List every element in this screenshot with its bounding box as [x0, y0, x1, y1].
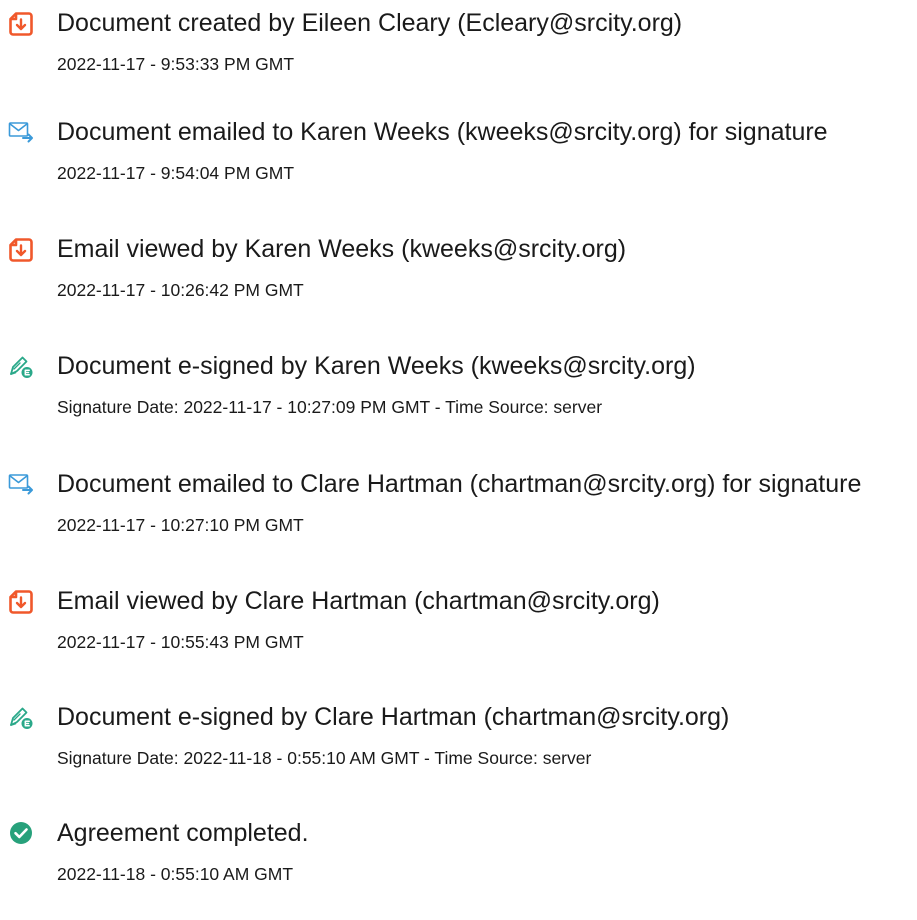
event-title: Document e-signed by Clare Hartman (char… [57, 703, 730, 731]
event-title: Document emailed to Karen Weeks (kweeks@… [57, 118, 828, 146]
audit-event-agreement-completed: Agreement completed. 2022-11-18 - 0:55:1… [0, 810, 917, 920]
event-title: Email viewed by Clare Hartman (chartman@… [57, 587, 660, 615]
audit-event-document-esigned: Document e-signed by Karen Weeks (kweeks… [0, 343, 917, 453]
audit-event-document-esigned: Document e-signed by Clare Hartman (char… [0, 694, 917, 804]
e-sign-icon [8, 704, 34, 730]
email-viewed-icon [8, 588, 34, 614]
event-timestamp: 2022-11-17 - 9:53:33 PM GMT [57, 54, 295, 74]
event-timestamp: 2022-11-17 - 9:54:04 PM GMT [57, 163, 295, 183]
event-timestamp: 2022-11-17 - 10:27:10 PM GMT [57, 515, 304, 535]
document-created-icon [8, 10, 34, 36]
audit-event-email-viewed: Email viewed by Clare Hartman (chartman@… [0, 578, 917, 688]
event-signature-date: Signature Date: 2022-11-18 - 0:55:10 AM … [57, 748, 592, 768]
email-sent-icon [8, 119, 34, 145]
event-timestamp: 2022-11-18 - 0:55:10 AM GMT [57, 864, 294, 884]
audit-event-document-emailed: Document emailed to Clare Hartman (chart… [0, 461, 917, 571]
e-sign-icon [8, 353, 34, 379]
event-title: Document e-signed by Karen Weeks (kweeks… [57, 352, 696, 380]
audit-event-document-emailed: Document emailed to Karen Weeks (kweeks@… [0, 109, 917, 219]
event-timestamp: 2022-11-17 - 10:26:42 PM GMT [57, 280, 304, 300]
agreement-completed-icon [8, 820, 34, 846]
audit-event-email-viewed: Email viewed by Karen Weeks (kweeks@srci… [0, 226, 917, 336]
event-title: Document created by Eileen Cleary (Eclea… [57, 9, 683, 37]
audit-event-document-created: Document created by Eileen Cleary (Eclea… [0, 0, 917, 110]
event-title: Document emailed to Clare Hartman (chart… [57, 470, 862, 498]
event-signature-date: Signature Date: 2022-11-17 - 10:27:09 PM… [57, 397, 603, 417]
event-title: Email viewed by Karen Weeks (kweeks@srci… [57, 235, 627, 263]
email-viewed-icon [8, 236, 34, 262]
event-timestamp: 2022-11-17 - 10:55:43 PM GMT [57, 632, 304, 652]
event-title: Agreement completed. [57, 819, 309, 847]
email-sent-icon [8, 471, 34, 497]
